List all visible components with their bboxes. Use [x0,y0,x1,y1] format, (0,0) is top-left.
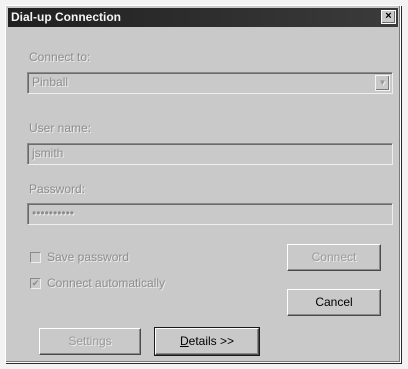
password-value: •••••••••• [32,206,75,220]
username-value: jsmith [32,146,64,160]
connect-to-value: Pinball [32,75,69,89]
connect-to-label: Connect to: [29,50,91,64]
username-field[interactable]: jsmith [27,143,393,165]
close-icon[interactable]: × [381,10,396,24]
save-password-label: Save password [47,250,130,264]
connect-automatically-checkbox[interactable]: ✔ [30,278,41,289]
connect-automatically-label: Connect automatically [47,276,166,290]
title-bar[interactable]: Dial-up Connection × [8,8,398,27]
details-button[interactable]: Details >> [154,327,260,356]
connect-to-dropdown[interactable]: Pinball ▼ [27,72,393,94]
username-label: User name: [29,121,92,135]
details-accelerator: D [179,334,189,348]
password-label: Password: [29,182,86,196]
settings-button[interactable]: Settings [39,328,141,355]
password-field[interactable]: •••••••••• [27,203,393,225]
connect-button[interactable]: Connect [287,244,381,271]
window-title: Dial-up Connection [11,10,121,24]
save-password-checkbox[interactable] [30,252,41,263]
chevron-down-icon[interactable]: ▼ [375,75,390,91]
cancel-button[interactable]: Cancel [287,289,381,316]
dialog-window: Dial-up Connection × Connect to: Pinball… [5,5,401,363]
details-label: etails >> [188,334,235,348]
